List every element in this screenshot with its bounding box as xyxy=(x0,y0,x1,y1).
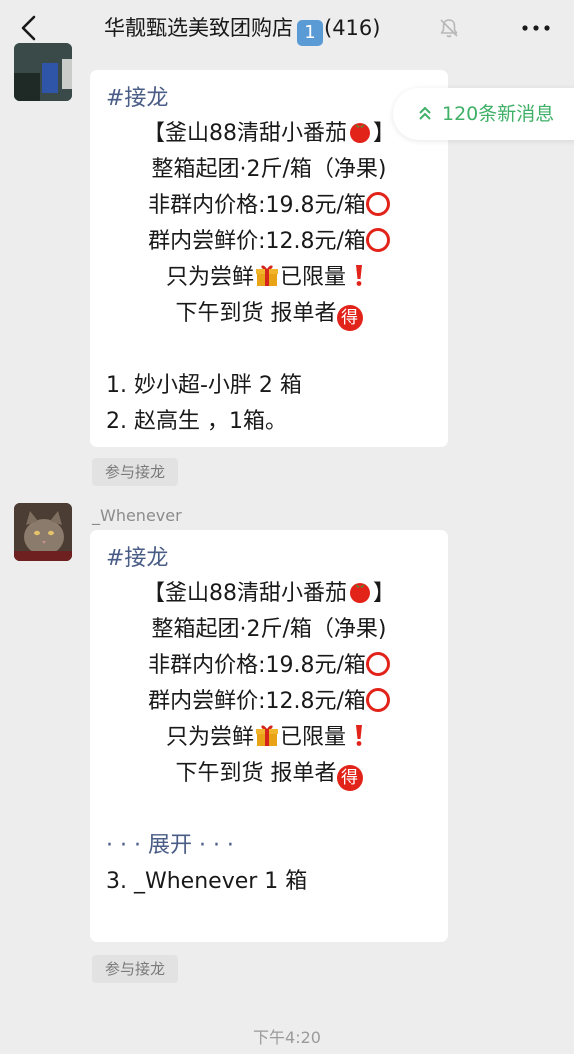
new-messages-button[interactable]: 120条新消息 xyxy=(393,88,574,140)
avatar[interactable] xyxy=(14,43,72,101)
tomato-icon xyxy=(349,123,370,143)
limited-line: 只为尝鲜 已限量 xyxy=(106,720,432,756)
more-icon[interactable] xyxy=(520,17,552,39)
price-line: 非群内价格:19.8元/箱 xyxy=(106,648,432,684)
join-solitaire-button[interactable]: 参与接龙 xyxy=(92,955,178,983)
new-messages-label: 120条新消息 xyxy=(442,103,555,125)
timestamp: 下午4:20 xyxy=(253,1028,321,1047)
join-solitaire-button[interactable]: 参与接龙 xyxy=(92,458,178,486)
product-title: 【釜山88清甜小番茄】 xyxy=(106,576,432,612)
solitaire-tag[interactable]: #接龙 xyxy=(106,82,432,116)
member-count: (416) xyxy=(324,16,381,40)
sender-name: _Whenever xyxy=(92,506,182,525)
group-price-line: 群内尝鲜价:12.8元/箱 xyxy=(106,224,432,260)
group-name: 华靓甄选美致团购店 xyxy=(104,16,293,40)
number-one-badge: 1 xyxy=(297,20,323,46)
exclamation-icon xyxy=(356,265,363,286)
mute-bell-icon xyxy=(440,19,458,38)
exclamation-icon xyxy=(356,725,363,746)
price-line: 非群内价格:19.8元/箱 xyxy=(106,188,432,224)
solitaire-tag[interactable]: #接龙 xyxy=(106,542,432,576)
avatar[interactable] xyxy=(14,503,72,561)
message-bubble[interactable]: #接龙 【釜山88清甜小番茄】 整箱起团·2斤/箱（净果) 非群内价格:19.8… xyxy=(90,530,448,942)
red-circle-icon xyxy=(365,192,390,216)
group-price-line: 群内尝鲜价:12.8元/箱 xyxy=(106,684,432,720)
arrival-line: 下午到货 报单者得 xyxy=(106,756,432,792)
de-badge-icon: 得 xyxy=(336,765,363,791)
gift-icon xyxy=(256,265,278,286)
product-title: 【釜山88清甜小番茄】 xyxy=(106,116,432,152)
gift-icon xyxy=(256,725,278,746)
list-item: 1. 妙小超-小胖 2 箱 xyxy=(106,373,302,398)
double-chevron-up-icon xyxy=(419,106,431,120)
tomato-icon xyxy=(349,583,370,603)
red-circle-icon xyxy=(365,688,390,712)
bundle-line: 整箱起团·2斤/箱（净果) xyxy=(151,157,387,182)
chat-header: 华靓甄选美致团购店 1 (416) xyxy=(0,0,574,56)
red-circle-icon xyxy=(365,652,390,676)
list-item: 3. _Whenever 1 箱 xyxy=(106,869,308,894)
message-bubble[interactable]: #接龙 【釜山88清甜小番茄】 整箱起团·2斤/箱（净果) 非群内价格:19.8… xyxy=(90,70,448,447)
expand-link[interactable]: · · · 展开 · · · xyxy=(106,828,432,864)
chat-title: 华靓甄选美致团购店 1 (416) xyxy=(104,13,380,46)
bundle-line: 整箱起团·2斤/箱（净果) xyxy=(151,617,387,642)
red-circle-icon xyxy=(365,228,390,252)
list-item: 2. 赵高生 ，1箱。 xyxy=(106,409,287,434)
limited-line: 只为尝鲜 已限量 xyxy=(106,260,432,296)
arrival-line: 下午到货 报单者得 xyxy=(106,296,432,332)
back-arrow-icon[interactable] xyxy=(14,12,46,44)
de-badge-icon: 得 xyxy=(336,305,363,331)
